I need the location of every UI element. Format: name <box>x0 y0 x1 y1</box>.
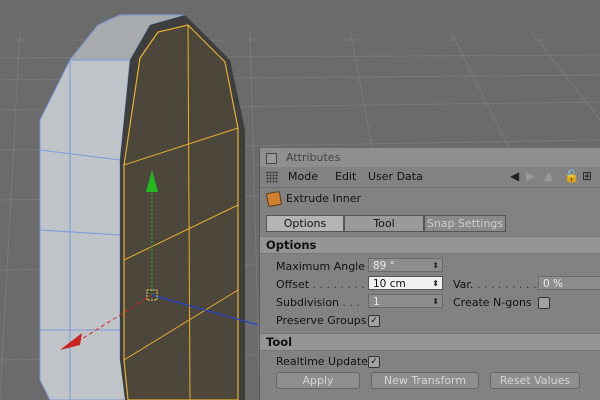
create-ngons-label: Create N-gons <box>453 296 532 309</box>
menu-edit[interactable]: Edit <box>335 170 356 183</box>
preserve-groups-label: Preserve Groups <box>276 314 367 327</box>
spinner-icon[interactable]: ⬍ <box>432 259 439 273</box>
row-subdivision: Subdivision . . . 1 ⬍ Create N-gons <box>260 294 600 312</box>
row-realtime-update: Realtime Update ✓ <box>260 353 600 371</box>
panel-titlebar[interactable]: Attributes <box>260 148 600 168</box>
section-tool-header[interactable]: Tool <box>260 333 600 351</box>
panel-menubar: Mode Edit User Data ◀ ▶ ▲ 🔓 ⊞ <box>260 167 600 188</box>
subdivision-label: Subdivision . . . <box>276 296 361 309</box>
var-field[interactable]: 0 % <box>538 276 600 290</box>
spinner-icon[interactable]: ⬍ <box>432 277 439 291</box>
menu-mode[interactable]: Mode <box>288 170 318 183</box>
back-arrow-icon[interactable]: ◀ <box>510 169 519 183</box>
row-preserve-groups: Preserve Groups ✓ <box>260 312 600 330</box>
realtime-update-checkbox[interactable]: ✓ <box>368 356 380 368</box>
maximum-angle-value: 89 ° <box>373 260 395 272</box>
new-panel-icon[interactable]: ⊞ <box>582 169 592 183</box>
grip-icon[interactable] <box>266 171 278 183</box>
tool-name: Extrude Inner <box>286 192 361 205</box>
tab-tool[interactable]: Tool <box>344 215 424 232</box>
tab-options[interactable]: Options <box>266 215 344 232</box>
var-value: 0 % <box>543 278 563 290</box>
selected-polygon-face[interactable] <box>123 24 239 400</box>
tool-header: Extrude Inner <box>260 188 600 210</box>
extrude-inner-icon <box>265 190 283 208</box>
row-offset: Offset . . . . . . . . . 10 cm ⬍ Var. . … <box>260 276 600 294</box>
spinner-icon[interactable]: ⬍ <box>432 295 439 309</box>
var-label: Var. . . . . . . . . . <box>453 278 537 291</box>
menu-user-data[interactable]: User Data <box>368 170 423 183</box>
panel-title: Attributes <box>286 151 341 164</box>
maximum-angle-field[interactable]: 89 ° ⬍ <box>368 258 443 272</box>
offset-label: Offset . . . . . . . . . <box>276 278 373 291</box>
section-options-header[interactable]: Options <box>260 236 600 254</box>
up-arrow-icon[interactable]: ▲ <box>544 169 553 183</box>
preserve-groups-checkbox[interactable]: ✓ <box>368 315 380 327</box>
panel-close-checkbox[interactable] <box>266 153 277 164</box>
realtime-update-label: Realtime Update <box>276 355 368 368</box>
tab-snap-settings[interactable]: Snap Settings <box>424 215 506 232</box>
apply-button[interactable]: Apply <box>276 372 360 389</box>
tab-bar: Options Tool Snap Settings <box>266 215 506 232</box>
attributes-panel: Attributes Mode Edit User Data ◀ ▶ ▲ 🔓 ⊞… <box>259 148 600 400</box>
forward-arrow-icon[interactable]: ▶ <box>526 169 535 183</box>
new-transform-button[interactable]: New Transform <box>371 372 479 389</box>
subdivision-field[interactable]: 1 ⬍ <box>368 294 443 308</box>
reset-values-button[interactable]: Reset Values <box>490 372 580 389</box>
row-maximum-angle: Maximum Angle 89 ° ⬍ <box>260 258 600 276</box>
offset-field[interactable]: 10 cm ⬍ <box>368 276 443 290</box>
maximum-angle-label: Maximum Angle <box>276 260 365 273</box>
lock-icon[interactable]: 🔓 <box>564 169 579 183</box>
create-ngons-checkbox[interactable] <box>538 297 550 309</box>
offset-value: 10 cm <box>373 278 406 290</box>
subdivision-value: 1 <box>373 296 380 308</box>
